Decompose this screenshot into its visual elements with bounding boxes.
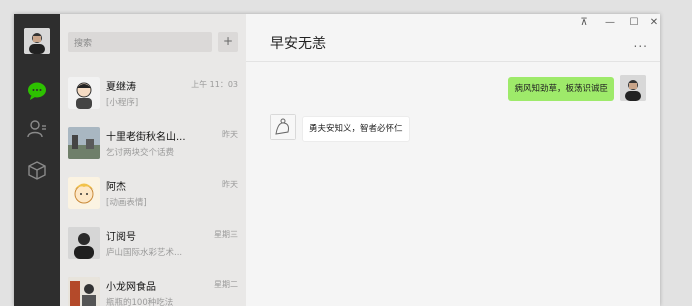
message-bubble-received[interactable]: 勇夫安知义，智者必怀仁 <box>302 116 410 142</box>
collection-cube-icon[interactable] <box>26 160 48 182</box>
conversation-preview: 瓶瓶的100种吃法 <box>106 298 174 306</box>
search-placeholder: 搜索 <box>74 39 93 49</box>
conversation-time: 昨天 <box>222 130 238 139</box>
wechat-window: 搜索 + 夏继涛 上午 11：03 [小程序] 十里老街秋名山... 昨天 乞讨… <box>14 14 660 306</box>
nav-bar <box>14 14 60 306</box>
conversation-time: 昨天 <box>222 180 238 189</box>
contacts-icon[interactable] <box>26 118 48 140</box>
conversation-name: 订阅号 <box>106 232 136 243</box>
conversation-time: 星期三 <box>214 230 238 239</box>
conversation-preview: [小程序] <box>106 98 139 108</box>
contact-avatar <box>68 77 100 109</box>
conversation-time: 上午 11：03 <box>191 80 238 89</box>
conversation-item[interactable]: 阿杰 昨天 [动画表情] <box>60 170 246 220</box>
my-message-avatar[interactable] <box>620 75 646 101</box>
chat-header: 早安无恙 ⊼ — ☐ ✕ ... <box>246 14 660 62</box>
close-button[interactable]: ✕ <box>646 17 660 28</box>
contact-message-avatar[interactable] <box>270 114 296 140</box>
conversation-preview: 乞讨两块交个话费 <box>106 148 175 158</box>
conversation-name: 夏继涛 <box>106 82 136 93</box>
search-input[interactable]: 搜索 <box>68 32 212 52</box>
conversation-preview: 庐山国际水彩艺术... <box>106 248 183 258</box>
my-avatar[interactable] <box>24 28 50 54</box>
conversation-time: 星期二 <box>214 280 238 289</box>
conversation-list-pane: 搜索 + 夏继涛 上午 11：03 [小程序] 十里老街秋名山... 昨天 乞讨… <box>60 14 246 306</box>
message-bubble-sent[interactable]: 病风知劲草，板荡识诚臣 <box>508 77 614 101</box>
conversation-item[interactable]: 小龙网食品 星期二 瓶瓶的100种吃法 <box>60 270 246 306</box>
conversation-item[interactable]: 夏继涛 上午 11：03 [小程序] <box>60 70 246 120</box>
chat-pane: 早安无恙 ⊼ — ☐ ✕ ... 病风知劲草，板荡识诚臣 勇夫安知义，智者必怀仁 <box>246 14 660 306</box>
conversation-preview: [动画表情] <box>106 198 147 208</box>
pin-icon[interactable]: ⊼ <box>576 17 592 28</box>
more-options-button[interactable]: ... <box>634 36 648 50</box>
contact-avatar <box>68 277 100 306</box>
conversation-item[interactable]: 订阅号 星期三 庐山国际水彩艺术... <box>60 220 246 270</box>
add-chat-button[interactable]: + <box>218 32 238 52</box>
conversation-name: 阿杰 <box>106 182 126 193</box>
minimize-button[interactable]: — <box>602 17 618 28</box>
chat-title: 早安无恙 <box>270 36 326 52</box>
contact-avatar <box>68 177 100 209</box>
subscription-avatar <box>68 227 100 259</box>
conversation-name: 小龙网食品 <box>106 282 156 293</box>
contact-avatar <box>68 127 100 159</box>
maximize-button[interactable]: ☐ <box>626 17 642 28</box>
conversation-item[interactable]: 十里老街秋名山... 昨天 乞讨两块交个话费 <box>60 120 246 170</box>
conversation-name: 十里老街秋名山... <box>106 132 186 143</box>
chat-icon[interactable] <box>26 80 48 102</box>
